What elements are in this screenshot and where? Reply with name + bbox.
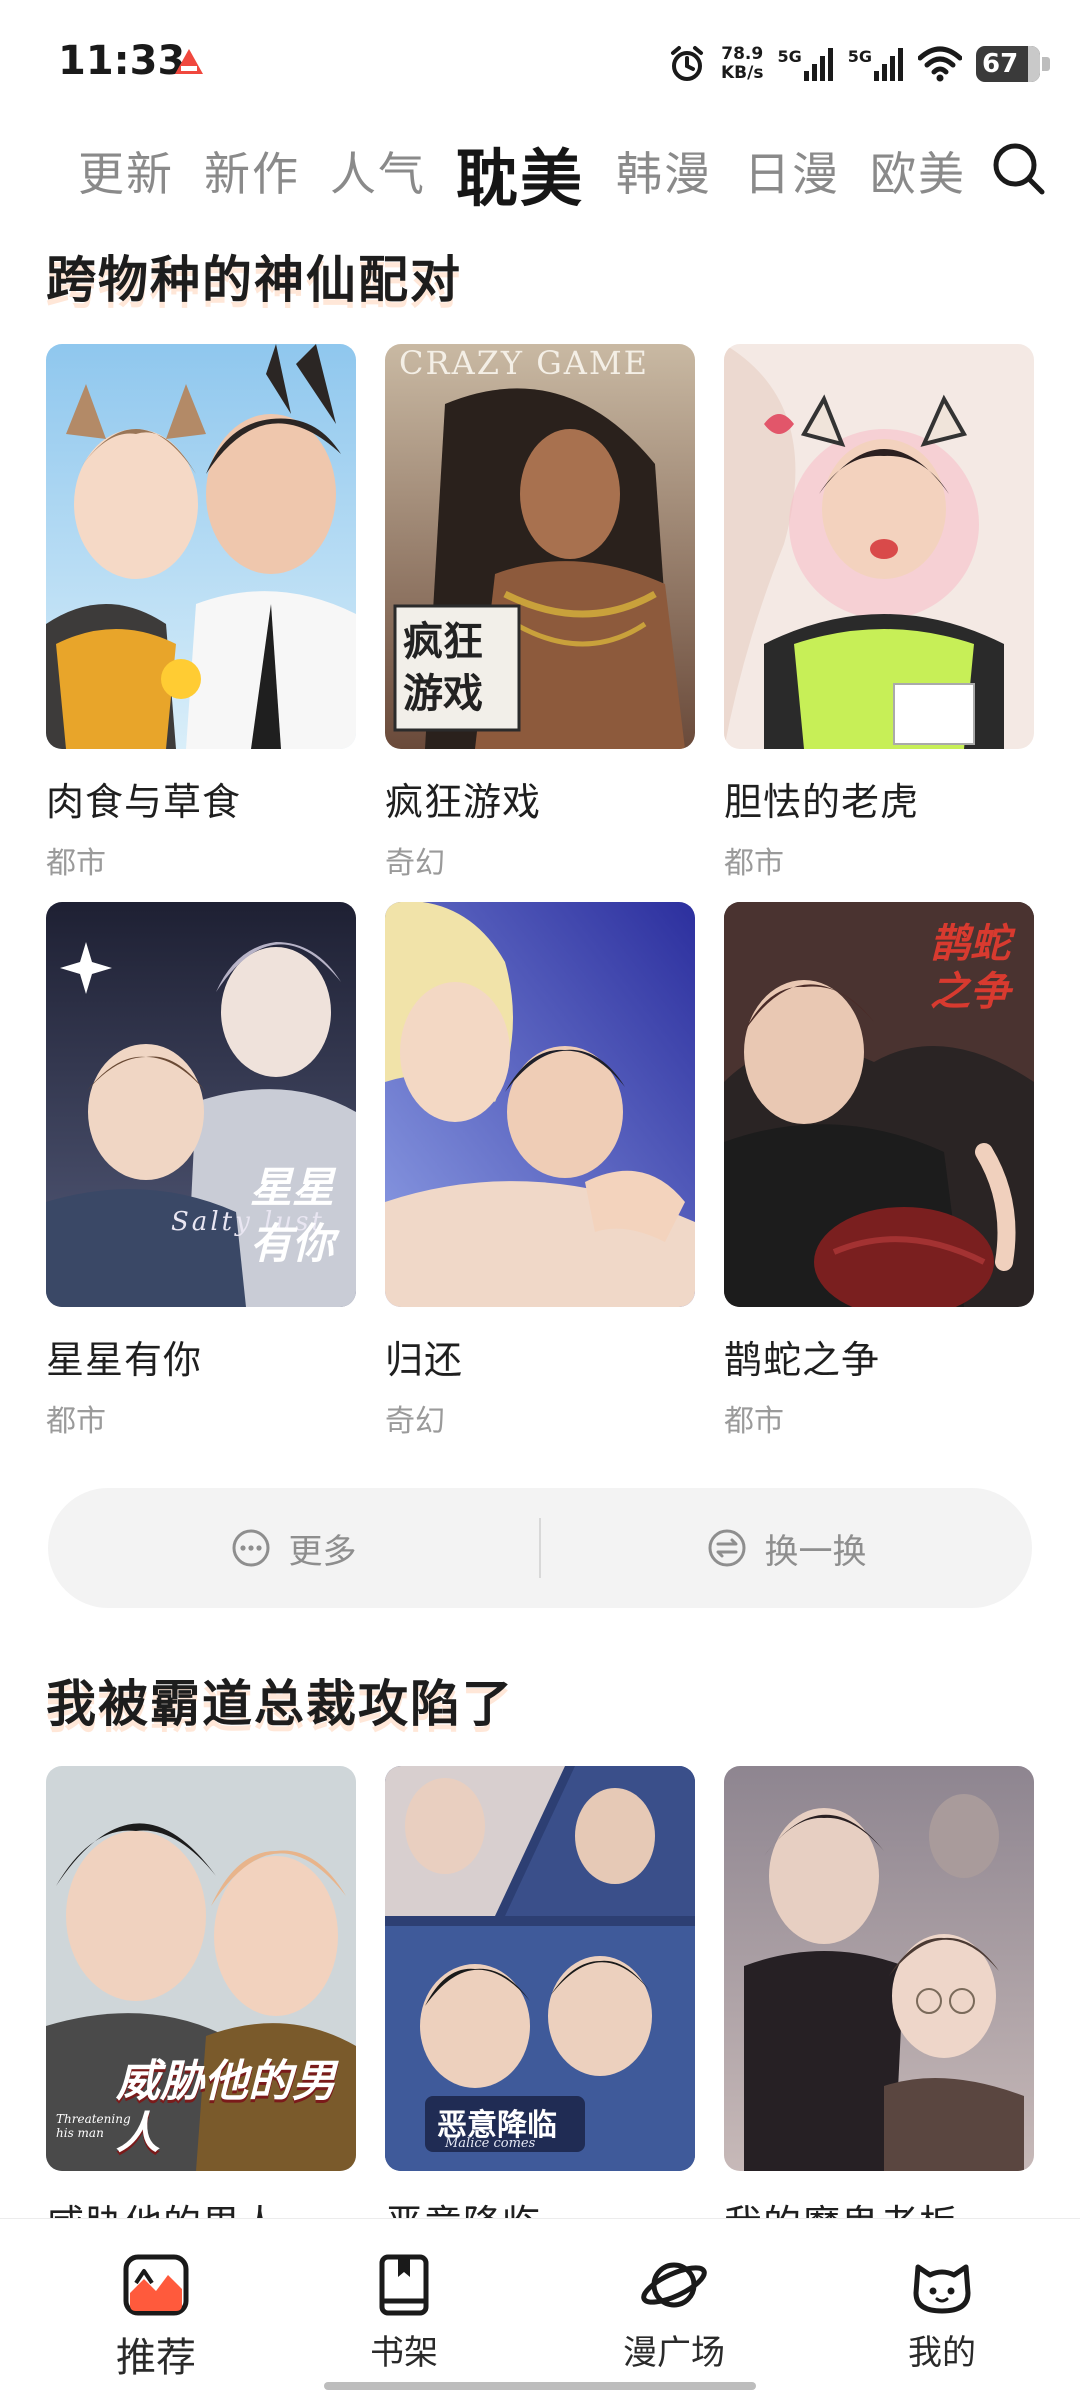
comic-genre: 奇幻 [385, 846, 445, 881]
net-speed: 78.9 KB/s [721, 45, 763, 83]
app-notification-icon [175, 49, 203, 74]
comic-card[interactable]: 威胁他的男人 Threatening his man 威胁他的男人 [46, 1766, 356, 2248]
comic-card[interactable]: CRAZY GAME 疯狂游戏 疯狂游戏 奇幻 [385, 344, 695, 882]
cover-badge-text: 鹊蛇之争 [930, 921, 1010, 1015]
signal-2: 5G [848, 47, 904, 81]
comic-genre: 都市 [724, 846, 784, 881]
network-type-2: 5G [847, 47, 872, 66]
comic-card[interactable]: 鹊蛇之争 鹊蛇之争 都市 [724, 902, 1034, 1440]
comic-cover[interactable] [724, 1766, 1034, 2171]
nav-label: 书架 [370, 2333, 438, 2373]
net-speed-unit: KB/s [721, 63, 764, 83]
comic-title[interactable]: 归还 [385, 1329, 695, 1384]
nav-comic-square[interactable]: 漫广场 [594, 2253, 754, 2374]
comic-card[interactable]: 归还 奇幻 [385, 902, 695, 1440]
comic-title[interactable]: 胆怯的老虎 [724, 771, 1034, 826]
recommend-icon [123, 2254, 189, 2316]
cover-subtitle-text: Malice comes [445, 2136, 536, 2151]
section-actions: 更多 换一换 [48, 1488, 1032, 1608]
cover-badge-text: 威胁他的男人 [116, 2056, 336, 2159]
planet-icon [641, 2262, 707, 2308]
comic-title[interactable]: 肉食与草食 [46, 771, 356, 826]
tab-popular[interactable]: 人气 [330, 138, 426, 204]
shuffle-button[interactable]: 换一换 [541, 1488, 1032, 1608]
comic-genre: 都市 [46, 846, 106, 881]
comic-cover[interactable]: CRAZY GAME 疯狂游戏 [385, 344, 695, 749]
tab-new[interactable]: 新作 [204, 138, 300, 204]
comic-genre: 奇幻 [385, 1404, 445, 1439]
nav-me[interactable]: 我的 [862, 2253, 1022, 2374]
section-title: 跨物种的神仙配对 [46, 251, 462, 309]
shuffle-label: 换一换 [764, 1531, 867, 1572]
nav-label: 我的 [908, 2333, 976, 2373]
more-dots-icon [232, 1529, 269, 1567]
comic-cover[interactable]: 威胁他的男人 Threatening his man [46, 1766, 356, 2171]
cover-badge-text: 星星有你 [249, 1163, 334, 1268]
refresh-icon [708, 1529, 745, 1567]
tab-japanese[interactable]: 日漫 [744, 138, 840, 204]
nav-label: 漫广场 [623, 2333, 725, 2373]
cat-face-icon [913, 2264, 971, 2314]
comic-card[interactable]: 胆怯的老虎 都市 [724, 344, 1034, 882]
comic-title[interactable]: 鹊蛇之争 [724, 1329, 1034, 1384]
cover-title-text: CRAZY GAME [399, 344, 650, 382]
battery-level: 67 [982, 49, 1019, 79]
comic-title[interactable]: 疯狂游戏 [385, 771, 695, 826]
comic-cover[interactable] [724, 344, 1034, 749]
comic-title[interactable]: 星星有你 [46, 1329, 356, 1384]
nav-bookshelf[interactable]: 书架 [324, 2253, 484, 2374]
comic-cover[interactable]: 恶意降临 Malice comes [385, 1766, 695, 2171]
comic-cover[interactable]: 鹊蛇之争 [724, 902, 1034, 1307]
status-icons: 78.9 KB/s 5G 5G 67 [667, 42, 1050, 86]
comic-cover[interactable] [46, 344, 356, 749]
nav-label: 推荐 [116, 2335, 196, 2381]
comic-genre: 都市 [46, 1404, 106, 1439]
net-speed-value: 78.9 [721, 44, 764, 64]
comic-card[interactable]: 肉食与草食 都市 [46, 344, 356, 882]
network-type-1: 5G [777, 47, 802, 66]
cover-badge-text: 疯狂游戏 [403, 619, 483, 717]
tab-updates[interactable]: 更新 [78, 138, 174, 204]
comic-card[interactable]: Salty lust 星星有你 星星有你 都市 [46, 902, 356, 1440]
status-time: 11:33 [58, 38, 186, 84]
tab-korean[interactable]: 韩漫 [616, 138, 712, 204]
wifi-icon [918, 46, 962, 82]
section-title: 我被霸道总裁攻陷了 [46, 1675, 514, 1733]
comic-cover[interactable] [385, 902, 695, 1307]
cover-subtitle-text: Threatening his man [56, 2112, 131, 2140]
battery-indicator: 67 [976, 46, 1050, 82]
signal-bars-icon [803, 48, 833, 81]
comic-card[interactable]: 恶意降临 Malice comes 恶意降临 [385, 1766, 695, 2248]
category-tabs: 更新 新作 人气 耽美 韩漫 日漫 欧美 [0, 118, 1080, 218]
comic-card[interactable]: 我的魔鬼老板 [724, 1766, 1034, 2248]
tab-bl[interactable]: 耽美 [456, 128, 584, 218]
status-bar: 11:33 78.9 KB/s 5G 5G 67 [0, 0, 1080, 120]
nav-recommend[interactable]: 推荐 [76, 2253, 236, 2383]
home-indicator[interactable] [324, 2382, 756, 2390]
bookshelf-icon [379, 2254, 429, 2316]
comic-cover[interactable]: Salty lust 星星有你 [46, 902, 356, 1307]
search-icon[interactable] [990, 140, 1046, 196]
more-button[interactable]: 更多 [48, 1488, 539, 1608]
alarm-icon [671, 46, 703, 81]
signal-1: 5G [777, 47, 833, 81]
bottom-nav: 推荐 书架 漫广场 我的 [0, 2218, 1080, 2400]
tab-western[interactable]: 欧美 [870, 138, 966, 204]
more-label: 更多 [288, 1531, 357, 1572]
signal-bars-icon [874, 48, 903, 81]
comic-genre: 都市 [724, 1404, 784, 1439]
